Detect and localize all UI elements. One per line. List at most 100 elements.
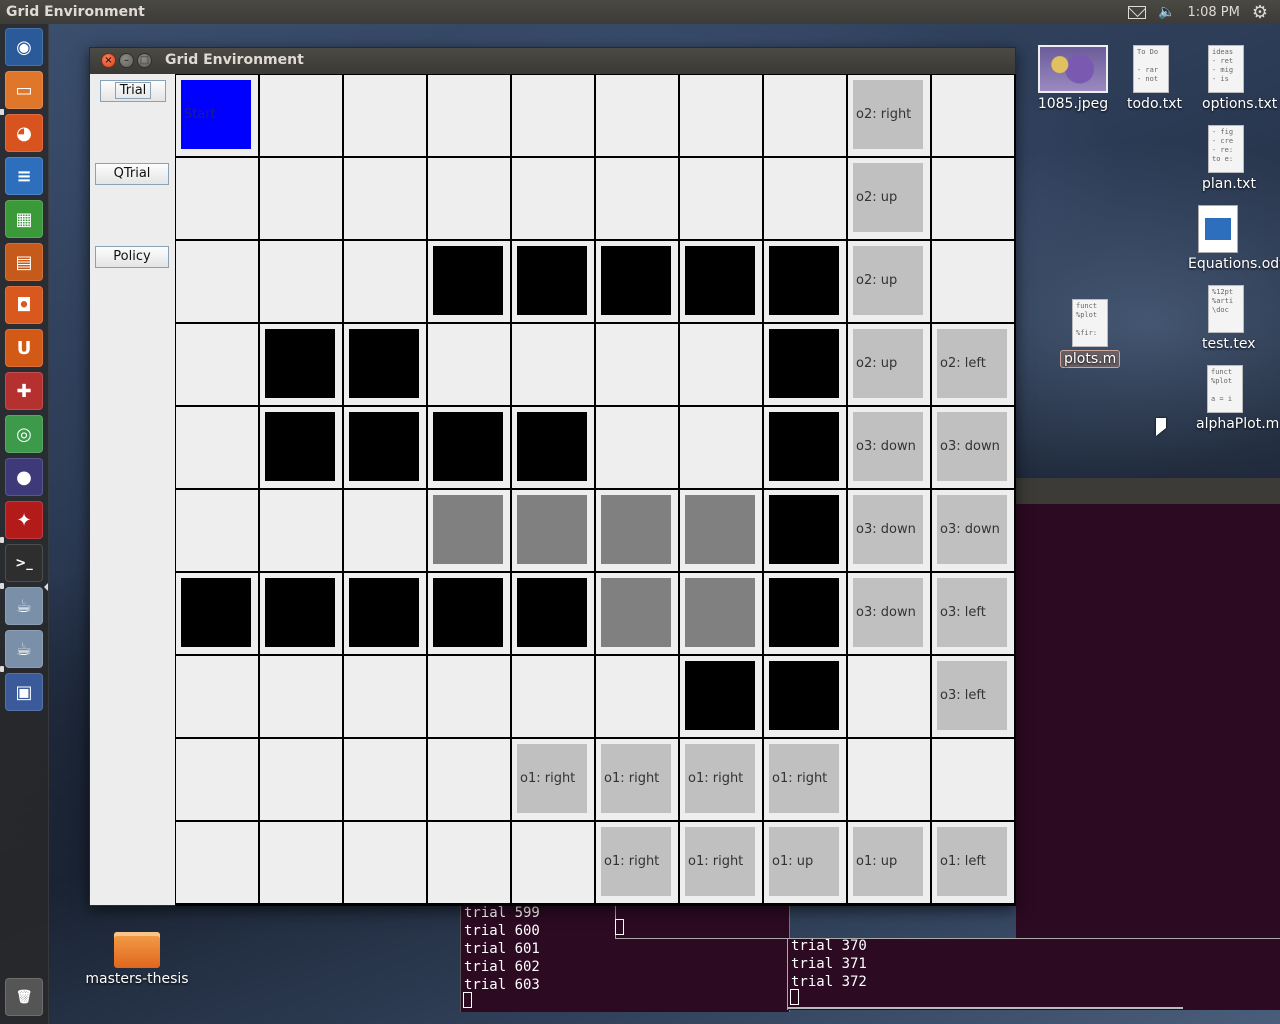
settings-icon[interactable]: ✚ [5,372,43,410]
grid-cell[interactable]: o1: right [764,739,846,820]
grid-cell[interactable] [428,822,510,903]
mail-icon[interactable] [1128,5,1147,19]
grid-cell[interactable] [428,241,510,322]
grid-cell[interactable] [512,573,594,654]
grid-cell[interactable] [764,241,846,322]
chrome-icon[interactable]: ◎ [5,415,43,453]
terminal-window-left[interactable]: trial 599 trial 600 trial 601 trial 602 tria… [460,904,791,1012]
grid-cell[interactable] [512,75,594,156]
grid-cell[interactable] [344,739,426,820]
grid-cell[interactable] [848,656,930,737]
grid-cell[interactable] [344,822,426,903]
grid-cell[interactable] [680,241,762,322]
grid-cell[interactable] [428,490,510,571]
grid-cell[interactable] [344,656,426,737]
grid-cell[interactable] [680,75,762,156]
grid-cell[interactable] [596,407,678,488]
grid-cell[interactable] [932,158,1014,239]
grid-cell[interactable] [344,573,426,654]
folder-desktop-item[interactable]: masters-thesis [84,932,190,987]
grid-cell[interactable]: o1: right [680,739,762,820]
grid-cell[interactable] [764,407,846,488]
ubuntu-one-icon[interactable]: U [5,329,43,367]
grid-cell[interactable] [176,324,258,405]
firefox-icon[interactable]: ◕ [5,114,43,152]
gear-icon[interactable]: ⚙ [1252,2,1268,23]
impress-icon[interactable]: ▤ [5,243,43,281]
grid-cell[interactable]: o1: up [764,822,846,903]
grid-cell[interactable] [512,324,594,405]
grid-cell[interactable] [680,158,762,239]
grid-cell[interactable]: o1: up [848,822,930,903]
grid-cell[interactable] [344,407,426,488]
grid-cell[interactable] [176,573,258,654]
grid-cell[interactable] [764,656,846,737]
grid-cell[interactable]: o2: up [848,324,930,405]
grid-cell[interactable] [176,158,258,239]
acrobat-icon[interactable]: ✦ [5,501,43,539]
grid-cell[interactable] [344,75,426,156]
grid-cell[interactable]: o3: down [932,490,1014,571]
grid-cell[interactable] [764,75,846,156]
grid-cell[interactable] [848,739,930,820]
grid-cell[interactable] [260,656,342,737]
grid-cell[interactable]: o3: down [932,407,1014,488]
trial-button[interactable]: Trial [100,80,166,102]
grid-cell[interactable] [428,739,510,820]
dash-icon[interactable]: ◉ [5,28,43,66]
grid-cell[interactable]: o3: left [932,573,1014,654]
grid-cell[interactable] [428,75,510,156]
grid-cell[interactable] [344,490,426,571]
options-file-desktop-item[interactable]: ideas - ret - mig - is options.txt [1202,45,1277,112]
terminal-icon[interactable]: >_ [5,544,43,582]
eclipse-icon[interactable]: ● [5,458,43,496]
writer-icon[interactable]: ≡ [5,157,43,195]
grid-cell[interactable] [344,241,426,322]
grid-cell[interactable] [260,822,342,903]
grid-cell[interactable]: o1: right [512,739,594,820]
equations-file-desktop-item[interactable]: Equations.odt [1188,205,1280,272]
grid-cell[interactable]: o3: left [932,656,1014,737]
grid-cell[interactable] [596,158,678,239]
grid-cell[interactable]: o1: left [932,822,1014,903]
grid-cell[interactable] [428,324,510,405]
plan-file-desktop-item[interactable]: - fig - cre - re: to e: plan.txt [1202,125,1256,192]
window-titlebar[interactable]: × – □ Grid Environment [90,48,1015,74]
clock[interactable]: 1:08 PM [1187,5,1239,20]
policy-button[interactable]: Policy [95,246,169,268]
grid-cell[interactable] [176,407,258,488]
todo-file-desktop-item[interactable]: To Do - rar - not todo.txt [1127,45,1182,112]
grid-cell[interactable] [596,490,678,571]
grid-cell[interactable] [680,573,762,654]
grid-cell[interactable] [512,241,594,322]
test-tex-file-desktop-item[interactable]: %12pt %arti \doc test.tex [1202,285,1255,352]
grid-cell[interactable] [512,656,594,737]
grid-cell[interactable] [596,656,678,737]
grid-cell[interactable] [260,490,342,571]
grid-cell[interactable]: Start [176,75,258,156]
grid-cell[interactable] [596,573,678,654]
grid-cell[interactable] [260,75,342,156]
grid-cell[interactable] [764,158,846,239]
qtrial-button[interactable]: QTrial [95,163,169,185]
grid-cell[interactable] [176,822,258,903]
terminal-window-right[interactable]: trial 370 trial 371 trial 372 [787,938,1280,1010]
grid-cell[interactable] [428,407,510,488]
grid-cell[interactable] [680,656,762,737]
volume-icon[interactable]: 🔈 [1158,4,1175,20]
java-app-2-icon[interactable]: ☕ [5,630,43,668]
java-app-icon[interactable]: ☕ [5,587,43,625]
grid-environment-window[interactable]: × – □ Grid Environment Trial QTrial Poli… [89,47,1016,906]
grid-cell[interactable] [428,158,510,239]
grid-cell[interactable] [932,241,1014,322]
grid-cell[interactable]: o1: right [680,822,762,903]
alphaplot-file-desktop-item[interactable]: funct %plot a = i alphaPlot.m [1196,365,1279,432]
grid-cell[interactable] [596,324,678,405]
grid-cell[interactable] [428,656,510,737]
grid-cell[interactable] [176,490,258,571]
grid-cell[interactable]: o2: up [848,241,930,322]
image-file-desktop-item[interactable]: 1085.jpeg [1036,45,1110,112]
grid-cell[interactable] [512,822,594,903]
grid-cell[interactable] [596,75,678,156]
grid-cell[interactable]: o3: down [848,490,930,571]
